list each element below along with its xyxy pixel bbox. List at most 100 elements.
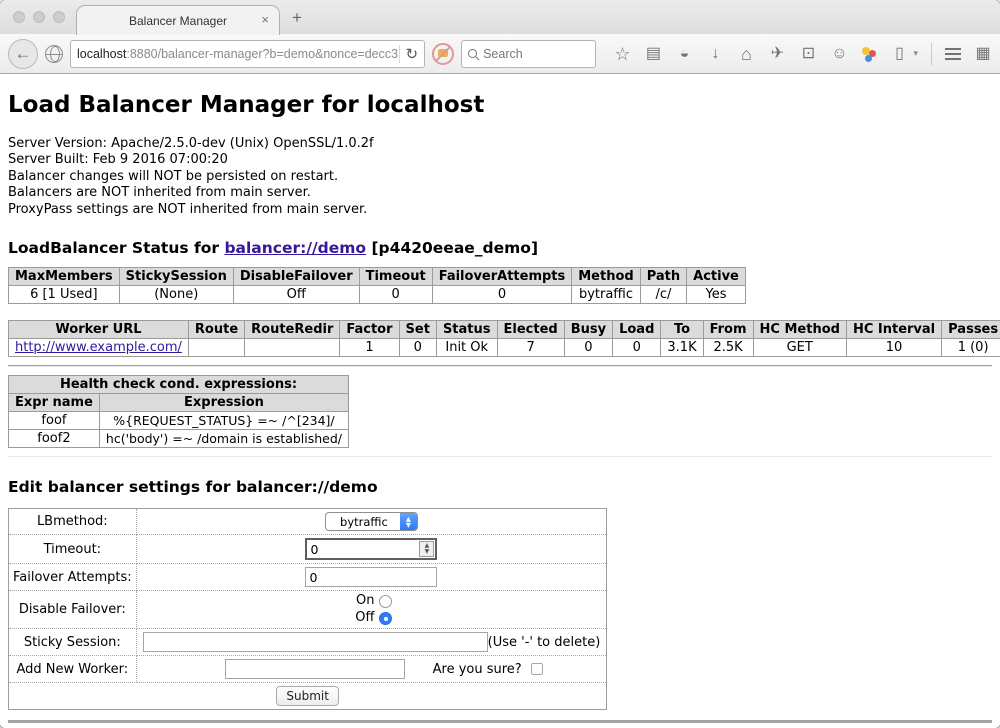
site-identity-globe-icon[interactable] [45,45,63,63]
cell-timeout: 0 [359,286,432,304]
submit-button[interactable]: Submit [276,686,339,706]
menu-icon[interactable] [945,48,961,60]
column-header: Set [399,321,436,339]
cell-stickysession: (None) [119,286,233,304]
form-row-timeout: Timeout: ▲▼ [9,535,607,564]
share-icon[interactable]: ✈ [768,46,786,62]
new-tab-button[interactable]: + [292,8,302,28]
blocked-plugin-icon[interactable] [432,43,454,65]
column-header: Elected [497,321,564,339]
notice-line: Balancers are NOT inherited from main se… [8,185,992,201]
panel-download-icon[interactable]: ⊡ [799,46,817,62]
table-header-row: Expr name Expression [9,394,349,412]
add-worker-input[interactable] [225,659,405,679]
url-bar[interactable]: localhost :8880/balancer-manager?b=demo&… [70,40,425,68]
form-row-sticky-session: Sticky Session: (Use '-' to delete) [9,629,607,656]
server-info: Server Version: Apache/2.5.0-dev (Unix) … [8,136,992,218]
cell-hc-method: GET [753,339,846,357]
worker-status-table: Worker URL Route RouteRedir Factor Set S… [8,320,1000,357]
column-header: HC Interval [846,321,941,339]
sticky-session-label: Sticky Session: [9,629,137,656]
edit-settings-heading: Edit balancer settings for balancer://de… [8,478,992,496]
select-stepper-icon: ▲▼ [400,512,417,531]
cell-disablefailover: Off [233,286,359,304]
are-you-sure-checkbox[interactable] [531,663,543,675]
failover-attempts-input[interactable] [305,567,437,587]
cell-expr-name: foof [9,412,100,430]
balancer-status-table: MaxMembers StickySession DisableFailover… [8,267,746,304]
cell-from: 2.5K [703,339,753,357]
pocket-icon[interactable]: ◒ [675,46,693,62]
minimize-window-button[interactable] [33,11,45,23]
home-icon[interactable]: ⌂ [737,46,755,62]
column-header: StickySession [119,268,233,286]
downloads-icon[interactable]: ↓ [706,46,724,62]
lbmethod-label: LBmethod: [9,509,137,535]
page-bottom-divider [8,720,992,723]
radio-on-label: On [350,594,374,608]
url-path: :8880/balancer-manager?b=demo&nonce=decc… [126,47,398,61]
column-header: To [661,321,703,339]
form-row-lbmethod: LBmethod: bytraffic ▲▼ [9,509,607,535]
back-button[interactable]: ← [8,39,38,69]
radio-on[interactable] [379,595,392,608]
reading-list-icon[interactable]: ▤ [644,46,662,62]
cell-to: 3.1K [661,339,703,357]
cell-method: bytraffic [572,286,640,304]
table-row: foof2 hc('body') =~ /domain is establish… [9,430,349,448]
cell-routeredir [245,339,340,357]
column-header: Busy [564,321,612,339]
search-icon [468,49,477,58]
containers-caret-icon[interactable]: ▾ [913,48,918,59]
timeout-label: Timeout: [9,535,137,564]
bookmark-star-icon[interactable]: ☆ [613,46,631,62]
containers-icon[interactable]: ▯ [890,46,908,62]
sticky-session-input[interactable] [143,632,488,652]
balancer-demo-link[interactable]: balancer://demo [224,239,366,257]
hello-colored-dots-icon[interactable] [861,46,877,62]
disable-failover-label: Disable Failover: [9,591,137,629]
table-row: 6 [1 Used] (None) Off 0 0 bytraffic /c/ … [9,286,746,304]
tab-close-icon[interactable]: × [261,13,269,26]
cell-set: 0 [399,339,436,357]
worker-url-link[interactable]: http://www.example.com/ [15,340,182,355]
column-header: FailoverAttempts [432,268,572,286]
section-divider [8,456,992,457]
status-heading-prefix: LoadBalancer Status for [8,239,224,257]
worker-row: http://www.example.com/ 1 0 Init Ok 7 0 … [9,339,1000,357]
notice-line: Balancer changes will NOT be persisted o… [8,169,992,185]
balancer-settings-form: LBmethod: bytraffic ▲▼ Timeout: ▲▼ [8,508,607,710]
column-header: MaxMembers [9,268,120,286]
close-window-button[interactable] [13,11,25,23]
column-header: Expression [99,394,348,412]
cell-worker-url: http://www.example.com/ [9,339,189,357]
cell-path: /c/ [640,286,686,304]
cell-busy: 0 [564,339,612,357]
form-row-submit: Submit [9,683,607,710]
radio-off[interactable] [379,612,392,625]
search-input[interactable]: Search [461,40,596,68]
failover-attempts-label: Failover Attempts: [9,564,137,591]
timeout-input[interactable] [305,538,437,560]
form-row-failover-attempts: Failover Attempts: [9,564,607,591]
column-header: Load [613,321,661,339]
cell-passes: 1 (0) [942,339,1000,357]
cell-hc-interval: 10 [846,339,941,357]
lbmethod-select[interactable]: bytraffic ▲▼ [325,512,418,531]
zoom-window-button[interactable] [53,11,65,23]
sidebar-icon[interactable]: ▦ [974,46,992,62]
add-worker-label: Add New Worker: [9,656,137,683]
radio-off-label: Off [350,611,374,625]
column-header: Route [188,321,244,339]
tab-balancer-manager[interactable]: Balancer Manager × [76,5,280,35]
table-row: foof %{REQUEST_STATUS} =~ /^[234]/ [9,412,349,430]
url-host: localhost [77,47,126,61]
cell-active: Yes [687,286,746,304]
page-content: Load Balancer Manager for localhost Serv… [0,74,1000,728]
window-controls [13,11,65,23]
reload-icon[interactable]: ↻ [406,45,419,63]
feedback-smiley-icon[interactable]: ☺ [830,46,848,62]
column-header: Status [436,321,497,339]
cell-route [188,339,244,357]
number-spinner-icon[interactable]: ▲▼ [419,541,434,557]
